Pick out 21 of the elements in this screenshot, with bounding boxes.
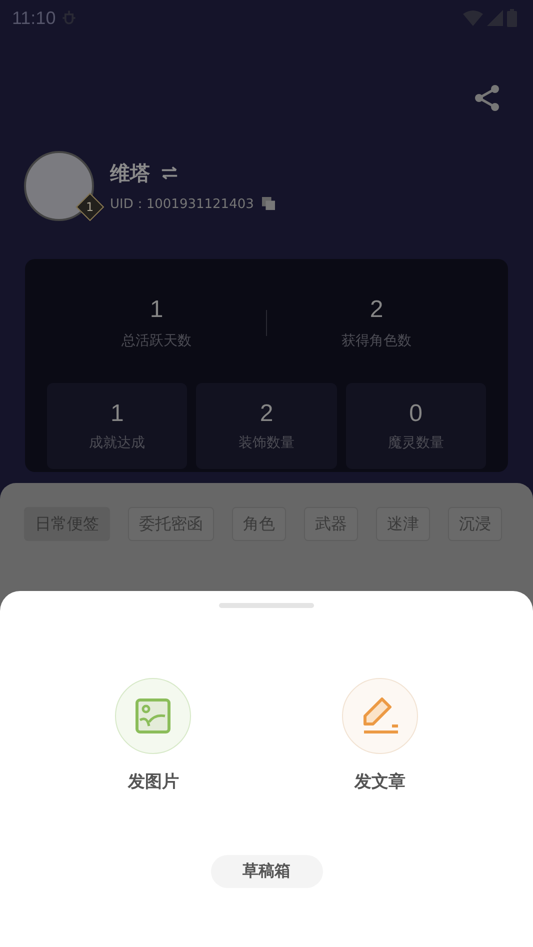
copy-icon[interactable] (262, 197, 275, 210)
action-label: 发文章 (354, 771, 406, 793)
stat-label: 成就达成 (89, 434, 146, 452)
user-id: UID：1001931121403 (110, 196, 254, 212)
stat-label: 总活跃天数 (122, 332, 192, 350)
user-name: 维塔 (110, 160, 150, 186)
status-time: 11:10 (12, 8, 56, 28)
share-icon[interactable] (473, 84, 501, 112)
stat-value: 0 (409, 400, 422, 428)
drafts-button[interactable]: 草稿箱 (210, 855, 322, 888)
stat-value: 2 (260, 400, 274, 428)
stat-label: 获得角色数 (342, 332, 412, 350)
stat-label: 装饰数量 (238, 434, 294, 452)
drag-handle[interactable] (219, 603, 314, 608)
swap-icon[interactable] (160, 166, 179, 180)
stat-label: 魔灵数量 (388, 434, 444, 452)
stat-value: 2 (370, 296, 384, 324)
picture-icon (135, 698, 172, 734)
stat-value: 1 (150, 296, 164, 324)
stat-value: 1 (110, 400, 124, 428)
action-label: 发图片 (128, 771, 179, 793)
